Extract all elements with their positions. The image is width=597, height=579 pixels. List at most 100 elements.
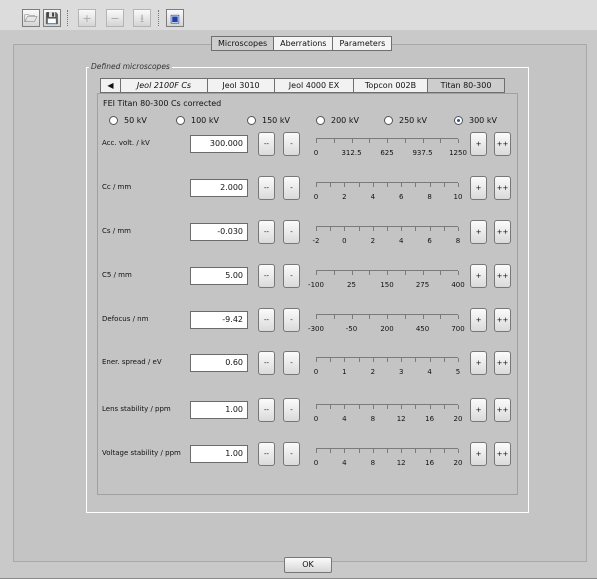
increment-large-button[interactable]: ++ — [494, 351, 511, 375]
decrement-large-button[interactable]: -- — [258, 398, 275, 422]
param-value-cc-mm[interactable]: 2.000 — [190, 179, 248, 197]
param-slider[interactable] — [312, 313, 462, 325]
slider-tick-label: 4 — [342, 415, 347, 423]
slider-tick — [344, 449, 346, 453]
param-slider[interactable] — [312, 137, 462, 149]
tab-microscopes[interactable]: Microscopes — [212, 37, 275, 50]
param-slider[interactable] — [312, 181, 462, 193]
increment-button[interactable]: + — [470, 308, 487, 332]
decrement-button[interactable]: - — [283, 398, 300, 422]
increment-button[interactable]: + — [470, 132, 487, 156]
decrement-button[interactable]: - — [283, 351, 300, 375]
radio-dot — [109, 115, 118, 125]
increment-button[interactable]: + — [470, 176, 487, 200]
slider-tick — [330, 227, 332, 231]
radio-voltage-250kv[interactable]: 250 kV — [384, 114, 427, 126]
decrement-button[interactable]: - — [283, 308, 300, 332]
decrement-large-button[interactable]: -- — [258, 442, 275, 466]
scroll-left-icon[interactable]: ◀ — [101, 79, 121, 92]
microscope-tab-bar: ◀ Jeol 2100F Cs Jeol 3010 Jeol 4000 EX T… — [100, 78, 505, 93]
param-value-voltage-stability-ppm[interactable]: 1.00 — [190, 445, 248, 463]
decrement-button[interactable]: - — [283, 176, 300, 200]
slider-tick — [387, 449, 388, 453]
book-icon[interactable]: ▣ — [166, 9, 184, 27]
slider-tick — [401, 449, 403, 453]
slider-tick — [372, 183, 374, 187]
increment-button[interactable]: + — [470, 442, 487, 466]
increment-large-button[interactable]: ++ — [494, 398, 511, 422]
slider-tick-label: 0 — [313, 193, 319, 201]
slider-tick-label: 450 — [415, 325, 430, 333]
increment-button[interactable]: + — [470, 398, 487, 422]
slider-tick — [401, 358, 403, 362]
open-folder-icon[interactable]: 🗁 — [22, 9, 40, 27]
slider-tick — [316, 358, 317, 362]
radio-voltage-200kv[interactable]: 200 kV — [316, 114, 359, 126]
slider-tick-label: 10 — [453, 193, 463, 201]
tab-aberrations[interactable]: Aberrations — [274, 37, 334, 50]
slider-tick — [443, 449, 445, 453]
ok-button[interactable]: OK — [284, 557, 332, 573]
slider-tick — [372, 405, 374, 409]
slider-tick — [429, 227, 431, 231]
decrement-large-button[interactable]: -- — [258, 351, 275, 375]
decrement-button[interactable]: - — [283, 220, 300, 244]
slider-tick-label: 6 — [427, 237, 432, 245]
decrement-large-button[interactable]: -- — [258, 176, 275, 200]
increment-large-button[interactable]: ++ — [494, 132, 511, 156]
slider-tick-label: -300 — [308, 325, 324, 333]
tab-topcon-002b[interactable]: Topcon 002B — [354, 79, 428, 92]
slider-tick — [369, 315, 371, 319]
increment-large-button[interactable]: ++ — [494, 176, 511, 200]
param-value-defocus-nm[interactable]: -9.42 — [190, 311, 248, 329]
slider-tick — [316, 405, 317, 409]
tab-titan-80-300[interactable]: Titan 80-300 — [428, 79, 504, 92]
radio-voltage-50kv[interactable]: 50 kV — [109, 114, 147, 126]
param-slider[interactable] — [312, 269, 462, 281]
tab-parameters[interactable]: Parameters — [333, 37, 392, 50]
tab-jeol-3010[interactable]: Jeol 3010 — [208, 79, 275, 92]
param-slider[interactable] — [312, 403, 462, 415]
slider-tick — [330, 405, 332, 409]
param-value-acc-volt-kv[interactable]: 300.000 — [190, 135, 248, 153]
radio-dot — [384, 115, 393, 125]
slider-tick-label: 16 — [425, 459, 435, 467]
increment-large-button[interactable]: ++ — [494, 220, 511, 244]
decrement-large-button[interactable]: -- — [258, 264, 275, 288]
tab-jeol-2100f-cs[interactable]: Jeol 2100F Cs — [121, 79, 208, 92]
decrement-large-button[interactable]: -- — [258, 308, 275, 332]
export-icon[interactable]: ⭳ — [133, 9, 151, 27]
save-disk-icon[interactable]: 💾 — [43, 9, 61, 27]
increment-button[interactable]: + — [470, 220, 487, 244]
decrement-button[interactable]: - — [283, 132, 300, 156]
increment-large-button[interactable]: ++ — [494, 442, 511, 466]
param-slider[interactable] — [312, 225, 462, 237]
param-value-ener-spread-ev[interactable]: 0.60 — [190, 354, 248, 372]
param-value-lens-stability-ppm[interactable]: 1.00 — [190, 401, 248, 419]
slider-tick — [387, 183, 388, 187]
param-slider[interactable] — [312, 447, 462, 459]
remove-icon[interactable]: − — [106, 9, 124, 27]
param-value-c5-mm[interactable]: 5.00 — [190, 267, 248, 285]
increment-large-button[interactable]: ++ — [494, 264, 511, 288]
increment-button[interactable]: + — [470, 351, 487, 375]
decrement-button[interactable]: - — [283, 264, 300, 288]
add-icon[interactable]: + — [78, 9, 96, 27]
radio-voltage-300kv[interactable]: 300 kV — [454, 114, 497, 126]
param-value-cs-mm[interactable]: -0.030 — [190, 223, 248, 241]
slider-tick-label: 937.5 — [412, 149, 433, 157]
slider-tick — [372, 449, 374, 453]
decrement-large-button[interactable]: -- — [258, 132, 275, 156]
tab-jeol-4000-ex[interactable]: Jeol 4000 EX — [275, 79, 354, 92]
slider-tick — [358, 358, 360, 362]
slider-tick — [369, 139, 371, 143]
param-slider[interactable] — [312, 356, 462, 368]
increment-button[interactable]: + — [470, 264, 487, 288]
radio-voltage-150kv[interactable]: 150 kV — [247, 114, 290, 126]
slider-tick — [358, 449, 360, 453]
slider-tick — [458, 405, 459, 409]
increment-large-button[interactable]: ++ — [494, 308, 511, 332]
radio-voltage-100kv[interactable]: 100 kV — [176, 114, 219, 126]
decrement-button[interactable]: - — [283, 442, 300, 466]
decrement-large-button[interactable]: -- — [258, 220, 275, 244]
